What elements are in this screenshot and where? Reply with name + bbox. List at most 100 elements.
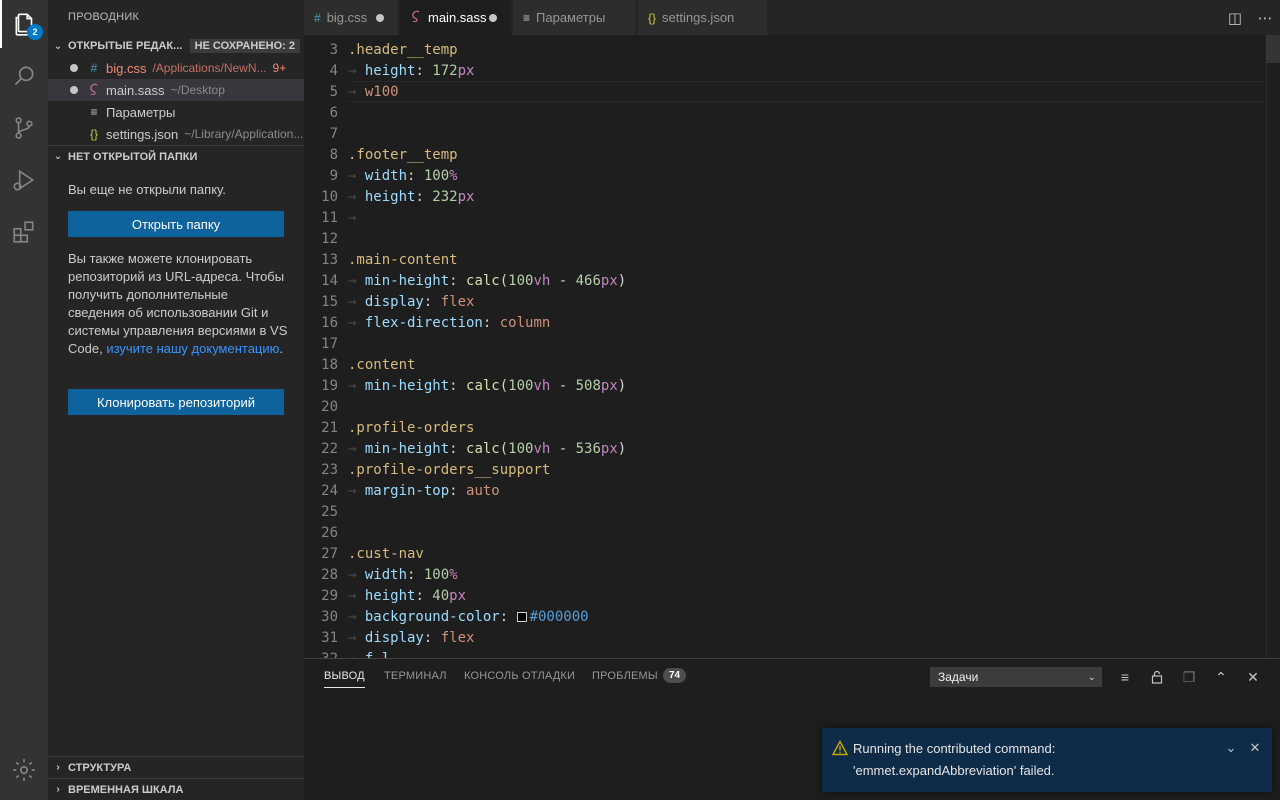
split-editor-icon[interactable]: ◫ (1220, 9, 1250, 27)
code-token: column (499, 314, 551, 331)
code-token: .main-content (348, 251, 458, 268)
tab-settings-json[interactable]: {} settings.json (638, 0, 768, 35)
code-line[interactable]: 18 .content (304, 354, 1280, 375)
explorer-activity[interactable]: 2 (0, 0, 48, 48)
code-line[interactable]: 15 → display: flex (304, 291, 1280, 312)
timeline-section-header[interactable]: › ВРЕМЕННАЯ ШКАЛА (48, 778, 304, 800)
close-panel-icon[interactable]: ✕ (1242, 666, 1264, 688)
code-token: calc (466, 440, 500, 457)
code-line[interactable]: 17 (304, 333, 1280, 354)
code-token: 100 (423, 167, 450, 184)
code-token: 100 (508, 272, 534, 289)
tab-debug-console[interactable]: КОНСОЛЬ ОТЛАДКИ (464, 670, 575, 682)
manage-activity[interactable] (0, 746, 48, 794)
docs-link[interactable]: изучите нашу документацию (106, 341, 279, 356)
tab-big-css[interactable]: # big.css (304, 0, 399, 35)
code-token: ( (499, 377, 509, 394)
gear-icon (13, 759, 35, 781)
code-line[interactable]: 10 → height: 232px (304, 186, 1280, 207)
code-line[interactable]: 16 → flex-direction: column (304, 312, 1280, 333)
open-editors-header[interactable]: ⌄ ОТКРЫТЫЕ РЕДАК... НЕ СОХРАНЕНО: 2 (48, 35, 304, 57)
code-line[interactable]: 11 → (304, 207, 1280, 228)
clone-repository-button[interactable]: Клонировать репозиторий (68, 389, 284, 415)
code-line[interactable]: 27 .cust-nav (304, 543, 1280, 564)
code-line[interactable]: 24 → margin-top: auto (304, 480, 1280, 501)
code-line[interactable]: 13 .main-content (304, 249, 1280, 270)
run-debug-activity[interactable] (0, 156, 48, 204)
code-line[interactable]: 25 (304, 501, 1280, 522)
code-token: : (407, 566, 424, 583)
editor-scrollbar[interactable] (1266, 35, 1280, 658)
line-number: 16 (321, 314, 338, 331)
scrollbar-thumb[interactable] (1266, 35, 1280, 63)
code-token: flex (440, 629, 475, 646)
close-icon[interactable]: ✕ (1246, 740, 1264, 756)
open-editor-main-sass[interactable]: main.sass ~/Desktop (48, 79, 304, 101)
open-log-icon[interactable]: ❐ (1178, 666, 1200, 688)
code-token: - (550, 377, 576, 394)
more-actions-icon[interactable]: ⋯ (1250, 9, 1280, 27)
maximize-panel-icon[interactable]: ⌃ (1210, 666, 1232, 688)
extensions-activity[interactable] (0, 208, 48, 256)
code-line[interactable]: 5 → w100 (304, 81, 1280, 102)
code-line[interactable]: 32 → f l (304, 648, 1280, 659)
tab-output[interactable]: ВЫВОД (324, 670, 365, 688)
search-activity[interactable] (0, 52, 48, 100)
code-token: vh (533, 272, 551, 289)
line-number: 27 (321, 545, 338, 562)
code-editor[interactable]: 3 .header__temp 4 → height: 172px 5 → w100 6 7 8… (304, 35, 1280, 658)
code-line[interactable]: 14 → min-height: calc(100vh - 466px) (304, 270, 1280, 291)
code-token: → (348, 272, 365, 289)
code-line[interactable]: 29 → height: 40px (304, 585, 1280, 606)
tab-actions: ◫ ⋯ (1220, 0, 1280, 35)
dirty-dot-icon (70, 86, 78, 94)
code-line[interactable]: 21 .profile-orders (304, 417, 1280, 438)
code-token: px (449, 587, 467, 604)
code-token: .content (348, 356, 416, 373)
code-token: height (364, 587, 416, 604)
problems-count-badge: 74 (663, 668, 687, 683)
clear-output-icon[interactable]: ≡ (1114, 666, 1136, 688)
tab-settings-ui[interactable]: ≡ Параметры (513, 0, 637, 35)
line-number: 30 (321, 608, 338, 625)
open-editor-settings-ui[interactable]: ≡ Параметры (48, 101, 304, 123)
code-line[interactable]: 7 (304, 123, 1280, 144)
code-line[interactable]: 31 → display: flex (304, 627, 1280, 648)
file-name: big.css (106, 60, 147, 76)
code-line[interactable]: 8 .footer__temp (304, 144, 1280, 165)
outline-section-header[interactable]: › СТРУКТУРА (48, 756, 304, 778)
code-line[interactable]: 9 → width: 100% (304, 165, 1280, 186)
tab-problems[interactable]: ПРОБЛЕМЫ (592, 670, 658, 682)
open-editor-big-css[interactable]: # big.css /Applications/NewN... 9+ (48, 57, 304, 79)
code-line[interactable]: 3 .header__temp (304, 39, 1280, 60)
code-line[interactable]: 23 .profile-orders__support (304, 459, 1280, 480)
lock-icon[interactable] (1146, 666, 1168, 688)
code-token: margin-top (364, 482, 450, 499)
no-folder-header[interactable]: ⌄ НЕТ ОТКРЫТОЙ ПАПКИ (48, 145, 304, 167)
chevron-down-icon[interactable]: ⌄ (1222, 740, 1240, 756)
code-line[interactable]: 4 → height: 172px (304, 60, 1280, 81)
code-line[interactable]: 30 → background-color: #000000 (304, 606, 1280, 627)
output-channel-select[interactable]: Задачи ⌄ (930, 667, 1102, 687)
source-control-activity[interactable] (0, 104, 48, 152)
code-line[interactable]: 19 → min-height: calc(100vh - 508px) (304, 375, 1280, 396)
dirty-dot-icon[interactable] (489, 14, 497, 22)
code-line[interactable]: 28 → width: 100% (304, 564, 1280, 585)
open-editor-settings-json[interactable]: {} settings.json ~/Library/Application..… (48, 123, 304, 145)
code-token: px (600, 440, 618, 457)
tab-main-sass[interactable]: main.sass (400, 0, 512, 35)
code-line[interactable]: 22 → min-height: calc(100vh - 536px) (304, 438, 1280, 459)
code-line[interactable]: 26 (304, 522, 1280, 543)
code-token: width (364, 566, 408, 583)
code-line[interactable]: 20 (304, 396, 1280, 417)
code-token: : (482, 314, 500, 331)
code-line[interactable]: 6 (304, 102, 1280, 123)
tab-terminal[interactable]: ТЕРМИНАЛ (384, 670, 447, 682)
dirty-dot-icon[interactable] (376, 14, 384, 22)
line-number: 26 (321, 524, 338, 541)
open-folder-button[interactable]: Открыть папку (68, 211, 284, 237)
code-token: auto (466, 482, 500, 499)
code-line[interactable]: 12 (304, 228, 1280, 249)
line-number: 25 (321, 503, 338, 520)
